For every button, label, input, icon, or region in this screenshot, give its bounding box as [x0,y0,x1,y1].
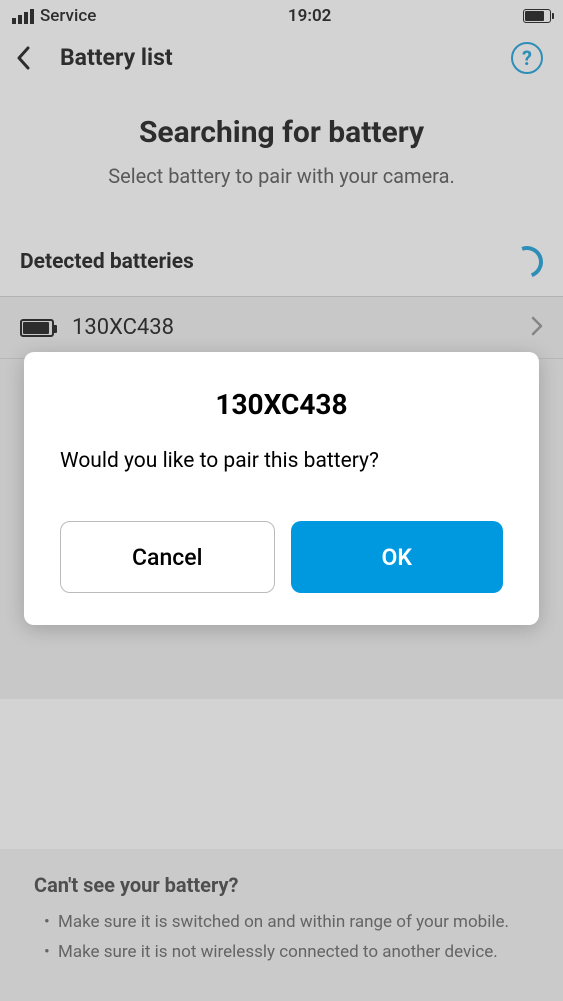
dialog-buttons: Cancel OK [60,521,503,593]
pair-dialog: 130XC438 Would you like to pair this bat… [24,352,539,625]
ok-button[interactable]: OK [291,521,504,593]
cancel-button[interactable]: Cancel [60,521,275,593]
dialog-message: Would you like to pair this battery? [60,449,503,473]
dialog-title: 130XC438 [60,388,503,421]
